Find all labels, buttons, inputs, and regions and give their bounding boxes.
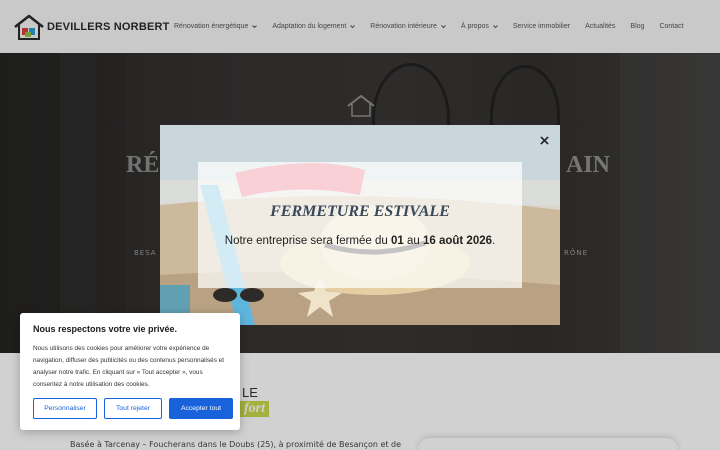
notice-box: FERMETURE ESTIVALE Notre entreprise sera…: [198, 162, 522, 288]
cookie-title: Nous respectons votre vie privée.: [33, 324, 178, 334]
cookie-consent-banner: Nous respectons votre vie privée. Nous u…: [20, 313, 240, 430]
notice-text-part: .: [492, 235, 496, 247]
notice-text-part: au: [403, 235, 423, 247]
notice-text: Notre entreprise sera fermée du 01 au 16…: [198, 235, 522, 247]
accept-all-button[interactable]: Accepter tout: [169, 398, 233, 419]
notice-title: FERMETURE ESTIVALE: [270, 203, 450, 220]
notice-date-end: 16 août 2026: [422, 235, 493, 247]
notice-text-part: Notre entreprise sera fermée du: [224, 235, 391, 247]
reject-all-button[interactable]: Tout rejeter: [104, 398, 162, 419]
customize-button[interactable]: Personnaliser: [33, 398, 97, 419]
cookie-description: Nous utilisons des cookies pour améliore…: [33, 345, 225, 388]
close-button[interactable]: [536, 132, 552, 148]
cookie-buttons: Personnaliser Tout rejeter Accepter tout: [33, 398, 233, 419]
closing-notice-modal: FERMETURE ESTIVALE Notre entreprise sera…: [160, 125, 560, 325]
close-icon: [539, 135, 549, 145]
notice-date-start: 01: [390, 235, 404, 247]
